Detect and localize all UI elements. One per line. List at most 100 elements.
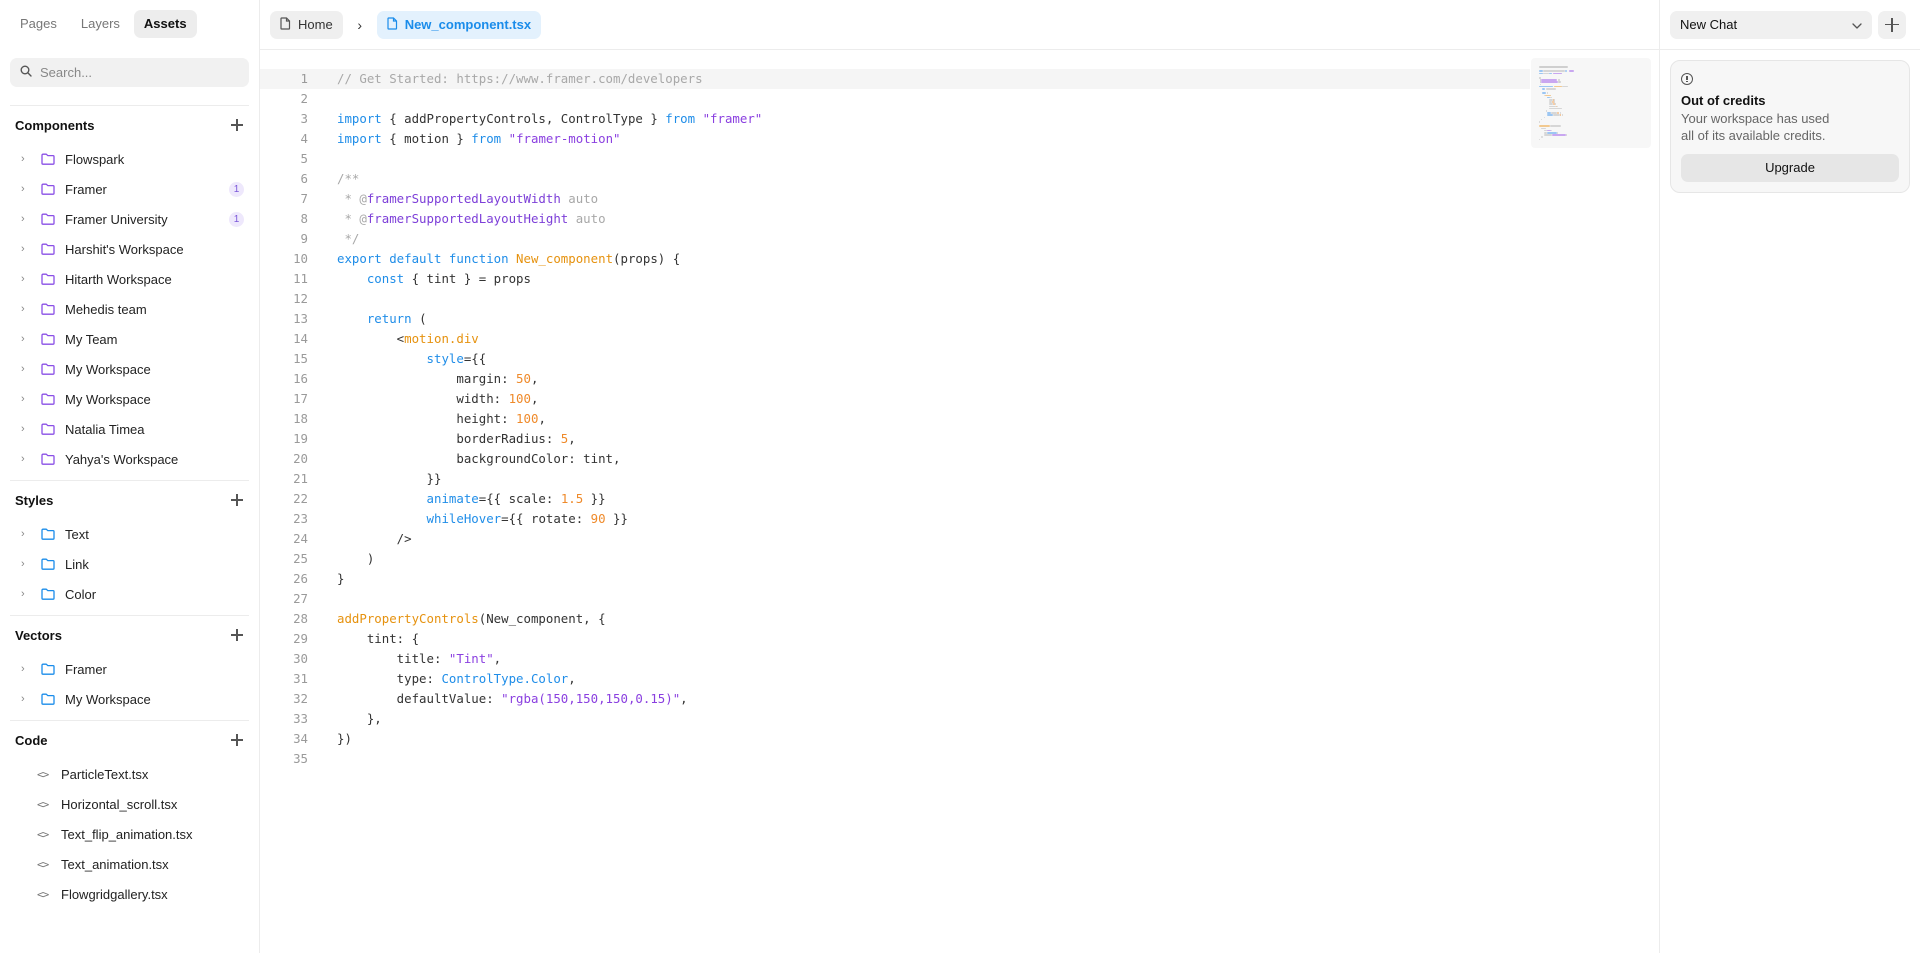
code-line[interactable]: 18 height: 100, bbox=[260, 409, 1659, 429]
code-token: , bbox=[568, 671, 576, 686]
folder-label: My Team bbox=[65, 331, 118, 347]
breadcrumb-home[interactable]: Home bbox=[270, 10, 343, 39]
chevron-right-icon[interactable]: › bbox=[21, 183, 33, 195]
chevron-right-icon[interactable]: › bbox=[21, 333, 33, 345]
chevron-right-icon[interactable]: › bbox=[21, 213, 33, 225]
search-input[interactable] bbox=[40, 65, 220, 80]
code-line[interactable]: 29 tint: { bbox=[260, 629, 1659, 649]
line-content: }, bbox=[308, 709, 382, 729]
tab-pages[interactable]: Pages bbox=[10, 10, 67, 38]
chevron-right-icon[interactable]: › bbox=[21, 423, 33, 435]
code-icon: <> bbox=[37, 887, 49, 901]
code-line[interactable]: 32 defaultValue: "rgba(150,150,150,0.15)… bbox=[260, 689, 1659, 709]
code-editor[interactable]: 1 // Get Started: https://www.framer.com/… bbox=[260, 50, 1659, 953]
code-token: import bbox=[337, 111, 382, 126]
code-line[interactable]: 31 type: ControlType.Color, bbox=[260, 669, 1659, 689]
code-line[interactable]: 1 // Get Started: https://www.framer.com/… bbox=[260, 69, 1530, 89]
folder-item[interactable]: › Color bbox=[10, 579, 249, 609]
folder-item[interactable]: › Yahya's Workspace bbox=[10, 444, 249, 474]
folder-item[interactable]: › Link bbox=[10, 549, 249, 579]
code-line[interactable]: 11 const { tint } = props bbox=[260, 269, 1659, 289]
line-content: addPropertyControls(New_component, { bbox=[308, 609, 606, 629]
chat-select[interactable]: New Chat bbox=[1670, 10, 1872, 39]
tab-assets[interactable]: Assets bbox=[133, 10, 197, 38]
add-style-icon[interactable] bbox=[230, 493, 244, 507]
chevron-right-icon[interactable]: › bbox=[21, 153, 33, 165]
code-lines[interactable]: 1 // Get Started: https://www.framer.com/… bbox=[260, 69, 1659, 769]
code-line[interactable]: 34}) bbox=[260, 729, 1659, 749]
folder-item[interactable]: › My Workspace bbox=[10, 354, 249, 384]
code-token: auto bbox=[568, 211, 606, 226]
code-line[interactable]: 10 export default function New_component(… bbox=[260, 249, 1659, 269]
new-chat-button[interactable] bbox=[1878, 10, 1906, 39]
folder-item[interactable]: › My Workspace bbox=[10, 684, 249, 714]
line-number: 17 bbox=[293, 391, 308, 406]
tab-layers[interactable]: Layers bbox=[71, 10, 130, 38]
code-line[interactable]: 8 * @framerSupportedLayoutHeight auto bbox=[260, 209, 1659, 229]
chevron-right-icon[interactable]: › bbox=[21, 273, 33, 285]
chevron-right-icon[interactable]: › bbox=[21, 393, 33, 405]
code-line[interactable]: 25 ) bbox=[260, 549, 1659, 569]
add-component-icon[interactable] bbox=[230, 118, 244, 132]
folder-item[interactable]: › Hitarth Workspace bbox=[10, 264, 249, 294]
code-minimap[interactable] bbox=[1531, 58, 1651, 148]
code-line[interactable]: 20 backgroundColor: tint, bbox=[260, 449, 1659, 469]
code-file-item[interactable]: <> Flowgridgallery.tsx bbox=[10, 879, 249, 909]
folder-item[interactable]: › My Workspace bbox=[10, 384, 249, 414]
code-line[interactable]: 22 animate={{ scale: 1.5 }} bbox=[260, 489, 1659, 509]
code-line[interactable]: 27 bbox=[260, 589, 1659, 609]
breadcrumb-file[interactable]: New_component.tsx bbox=[376, 10, 542, 39]
code-line[interactable]: 7 * @framerSupportedLayoutWidth auto bbox=[260, 189, 1659, 209]
code-line[interactable]: 6 /** bbox=[260, 169, 1659, 189]
code-token: 100 bbox=[508, 391, 531, 406]
code-line[interactable]: 13 return ( bbox=[260, 309, 1659, 329]
chevron-right-icon[interactable]: › bbox=[21, 243, 33, 255]
chevron-right-icon[interactable]: › bbox=[21, 663, 33, 675]
folder-item[interactable]: › My Team bbox=[10, 324, 249, 354]
code-line[interactable]: 17 width: 100, bbox=[260, 389, 1659, 409]
code-file-item[interactable]: <> Horizontal_scroll.tsx bbox=[10, 789, 249, 819]
chevron-right-icon[interactable]: › bbox=[21, 303, 33, 315]
code-line[interactable]: 24 /> bbox=[260, 529, 1659, 549]
folder-item[interactable]: › Text bbox=[10, 519, 249, 549]
add-vector-icon[interactable] bbox=[230, 628, 244, 642]
code-line[interactable]: 14 <motion.div bbox=[260, 329, 1659, 349]
chevron-right-icon[interactable]: › bbox=[21, 558, 33, 570]
code-line[interactable]: 33 }, bbox=[260, 709, 1659, 729]
line-number: 19 bbox=[293, 431, 308, 446]
upgrade-button[interactable]: Upgrade bbox=[1681, 154, 1899, 182]
code-line[interactable]: 23 whileHover={{ rotate: 90 }} bbox=[260, 509, 1659, 529]
folder-item[interactable]: › Framer bbox=[10, 654, 249, 684]
folder-icon bbox=[41, 393, 55, 405]
folder-item[interactable]: › Mehedis team bbox=[10, 294, 249, 324]
code-line[interactable]: 12 bbox=[260, 289, 1659, 309]
code-file-item[interactable]: <> Text_animation.tsx bbox=[10, 849, 249, 879]
add-code-icon[interactable] bbox=[230, 733, 244, 747]
code-line[interactable]: 15 style={{ bbox=[260, 349, 1659, 369]
code-line[interactable]: 9 */ bbox=[260, 229, 1659, 249]
chevron-right-icon[interactable]: › bbox=[21, 363, 33, 375]
code-line[interactable]: 3 import { addPropertyControls, ControlTy… bbox=[260, 109, 1659, 129]
code-line[interactable]: 35 bbox=[260, 749, 1659, 769]
code-line[interactable]: 26} bbox=[260, 569, 1659, 589]
code-line[interactable]: 30 title: "Tint", bbox=[260, 649, 1659, 669]
folder-item[interactable]: › Framer 1 bbox=[10, 174, 249, 204]
folder-item[interactable]: › Flowspark bbox=[10, 144, 249, 174]
chevron-right-icon[interactable]: › bbox=[21, 588, 33, 600]
folder-item[interactable]: › Framer University 1 bbox=[10, 204, 249, 234]
code-line[interactable]: 2 bbox=[260, 89, 1659, 109]
code-file-item[interactable]: <> ParticleText.tsx bbox=[10, 759, 249, 789]
code-line[interactable]: 21 }} bbox=[260, 469, 1659, 489]
code-line[interactable]: 16 margin: 50, bbox=[260, 369, 1659, 389]
code-line[interactable]: 19 borderRadius: 5, bbox=[260, 429, 1659, 449]
code-file-item[interactable]: <> Text_flip_animation.tsx bbox=[10, 819, 249, 849]
folder-item[interactable]: › Natalia Timea bbox=[10, 414, 249, 444]
code-line[interactable]: 5 bbox=[260, 149, 1659, 169]
code-line[interactable]: 4 import { motion } from "framer-motion" bbox=[260, 129, 1659, 149]
code-token: 1.5 bbox=[560, 491, 584, 506]
folder-item[interactable]: › Harshit's Workspace bbox=[10, 234, 249, 264]
code-line[interactable]: 28 addPropertyControls(New_component, { bbox=[260, 609, 1659, 629]
chevron-right-icon[interactable]: › bbox=[21, 528, 33, 540]
chevron-right-icon[interactable]: › bbox=[21, 693, 33, 705]
chevron-right-icon[interactable]: › bbox=[21, 453, 33, 465]
